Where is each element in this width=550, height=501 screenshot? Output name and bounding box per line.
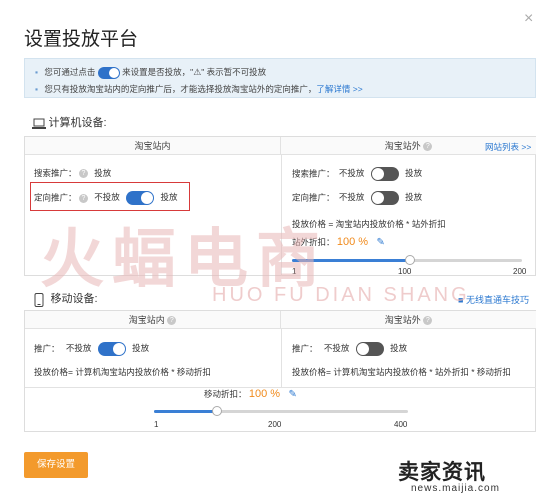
bullet-icon: ▪: [35, 67, 39, 77]
mobile-phone-icon: [34, 292, 44, 307]
help-icon[interactable]: ?: [167, 316, 177, 326]
mobile-inside-header: 淘宝站内 ?: [25, 311, 281, 329]
discount-value: 100 %: [336, 236, 369, 248]
discount-label: 移动折扣：: [204, 389, 247, 399]
slider-min: 1: [154, 420, 159, 429]
help-icon[interactable]: ?: [423, 142, 433, 152]
site-list-link[interactable]: 网站列表 >>: [485, 141, 531, 153]
slider-mid: 200: [268, 420, 282, 429]
info-text: 您可通过点击: [44, 67, 96, 77]
mobile-outside-promo-row: 推广： 不投放 投放: [292, 342, 407, 356]
discount-label: 站外折扣：: [292, 237, 335, 247]
mobile-outside-toggle[interactable]: [355, 342, 384, 356]
outside-target-row: 定向推广： 不投放 投放: [292, 191, 422, 205]
target-on-label: 投放: [405, 192, 423, 203]
save-button[interactable]: 保存设置: [24, 452, 88, 478]
help-icon[interactable]: ?: [78, 169, 88, 179]
header-text: 淘宝站外: [384, 315, 421, 325]
search-off-label: 不投放: [338, 168, 365, 179]
discount-value: 100 %: [248, 388, 281, 400]
video-icon: ■: [458, 295, 464, 305]
mobile-discount-row: 移动折扣： 100 % ✎: [204, 388, 297, 400]
info-line-1: ▪ 您可通过点击 来设置是否投放，"⚠" 表示暂不可投放: [35, 66, 266, 79]
search-value: 投放: [94, 168, 112, 178]
computer-section: 计算机设备:: [32, 114, 107, 130]
watermark-text: HUO FU DIAN SHANG: [212, 284, 470, 306]
info-text: 您只有投放淘宝站内的定向推广后，才能选择投放淘宝站外的定向推广，: [44, 84, 317, 94]
header-text: 淘宝站内: [134, 141, 171, 151]
close-icon[interactable]: ×: [524, 10, 533, 28]
learn-more-link[interactable]: 了解详情 >>: [316, 84, 362, 94]
mobile-section: 移动设备:: [34, 290, 98, 307]
dialog-title: 设置投放平台: [24, 29, 139, 50]
promo-label: 推广：: [34, 343, 60, 354]
promo-on-label: 投放: [390, 343, 408, 354]
slider-handle[interactable]: [212, 406, 222, 416]
inside-search-row: 搜索推广： ? 投放: [34, 167, 111, 179]
mobile-heading: 移动设备:: [50, 293, 98, 305]
outside-search-toggle[interactable]: [370, 167, 399, 181]
computer-heading: 计算机设备:: [48, 117, 107, 129]
edit-icon[interactable]: ✎: [376, 237, 384, 248]
slider-max: 200: [513, 267, 527, 276]
header-text: 淘宝站外: [384, 141, 421, 151]
promo-label: 推广：: [292, 343, 318, 354]
wireless-tips-link[interactable]: 无线直通车技巧: [466, 295, 529, 305]
mobile-inside-toggle[interactable]: [97, 342, 126, 356]
slider-mid: 100: [398, 267, 412, 276]
bullet-icon: ▪: [35, 84, 39, 94]
search-on-label: 投放: [405, 168, 423, 179]
info-text: " 表示暂不可投放: [201, 67, 267, 77]
info-text: 来设置是否投放，": [122, 67, 194, 77]
slider-fill: [292, 259, 409, 262]
header-text: 淘宝站内: [128, 315, 165, 325]
mobile-outside-header: 淘宝站外 ?: [281, 311, 536, 329]
slider-handle[interactable]: [405, 255, 415, 265]
target-off-label: 不投放: [338, 192, 365, 203]
search-label: 搜索推广：: [34, 168, 77, 178]
mobile-outside-formula: 投放价格= 计算机淘宝站内投放价格 * 站外折扣 * 移动折扣: [292, 367, 511, 377]
slider-max: 400: [394, 420, 408, 429]
promo-on-label: 投放: [132, 343, 150, 354]
brand-url: news.maijia.com: [411, 483, 500, 494]
info-line-2: ▪ 您只有投放淘宝站内的定向推广后，才能选择投放淘宝站外的定向推广，了解详情 >…: [35, 83, 363, 95]
brand-name: 卖家资讯: [398, 461, 486, 484]
wireless-tips[interactable]: ■ 无线直通车技巧: [458, 293, 529, 306]
outside-target-toggle[interactable]: [370, 191, 399, 205]
promo-off-label: 不投放: [323, 343, 350, 354]
outside-discount-row: 站外折扣： 100 % ✎: [292, 236, 385, 248]
edit-icon[interactable]: ✎: [288, 389, 296, 400]
toggle-example: [97, 66, 120, 79]
highlight-box: [30, 182, 190, 211]
outside-price-formula: 投放价格 = 淘宝站内投放价格 * 站外折扣: [292, 219, 446, 229]
info-banner: ▪ 您可通过点击 来设置是否投放，"⚠" 表示暂不可投放 ▪ 您只有投放淘宝站内…: [24, 58, 536, 98]
promo-off-label: 不投放: [65, 343, 92, 354]
help-icon[interactable]: ?: [423, 316, 433, 326]
slider-fill: [154, 410, 216, 413]
laptop-icon: [32, 118, 46, 129]
column-divider: [281, 329, 282, 387]
column-divider: [281, 155, 282, 276]
outside-search-row: 搜索推广： 不投放 投放: [292, 167, 422, 181]
computer-inside-header: 淘宝站内: [25, 137, 281, 155]
mobile-inside-promo-row: 推广： 不投放 投放: [34, 342, 149, 356]
mobile-inside-formula: 投放价格= 计算机淘宝站内投放价格 * 移动折扣: [34, 367, 211, 377]
target-label: 定向推广：: [292, 192, 335, 203]
slider-min: 1: [292, 267, 297, 276]
search-label: 搜索推广：: [292, 168, 335, 179]
